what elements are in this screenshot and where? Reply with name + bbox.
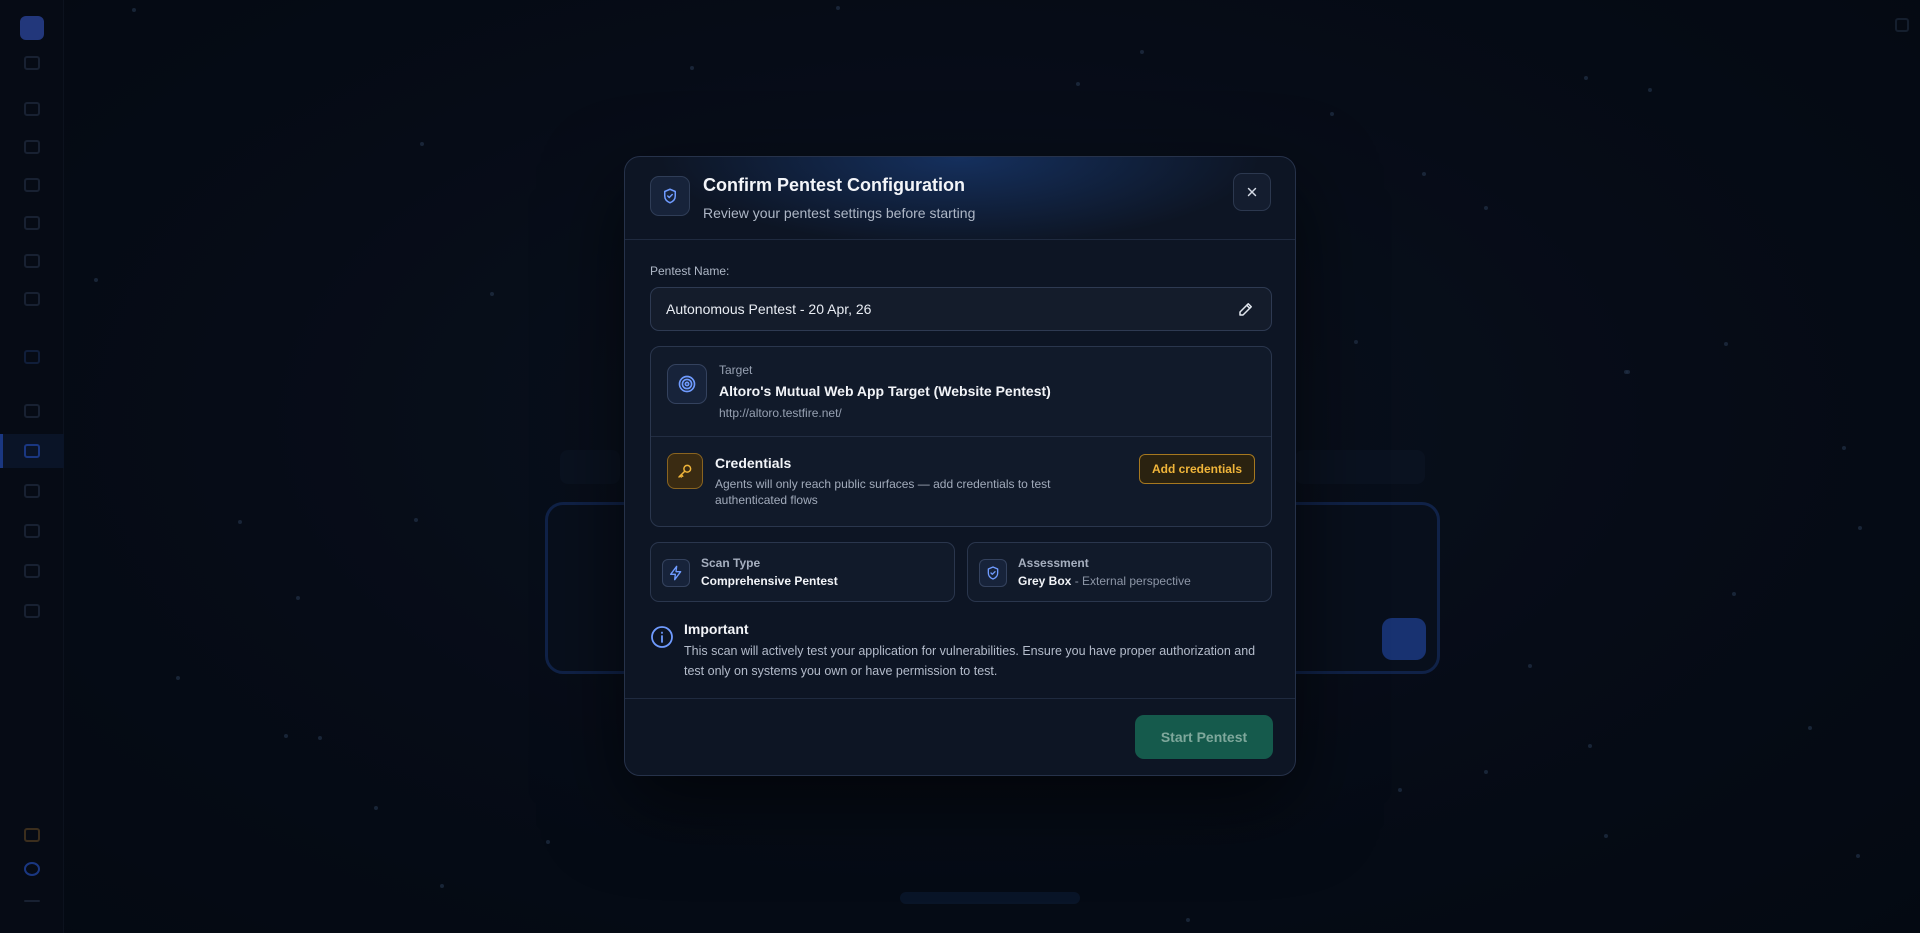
confirm-pentest-modal: Confirm Pentest Configuration Review you… — [624, 156, 1296, 776]
pentest-name-label: Pentest Name: — [650, 264, 730, 278]
target-label: Target — [719, 363, 753, 377]
modal-title: Confirm Pentest Configuration — [703, 175, 965, 195]
shield-check-icon — [650, 176, 690, 216]
assessment-label: Assessment — [1018, 556, 1089, 570]
pentest-name-value: Autonomous Pentest - 20 Apr, 26 — [666, 301, 872, 317]
start-pentest-button[interactable]: Start Pentest — [1135, 715, 1273, 759]
assessment-value: Grey Box — [1018, 574, 1072, 588]
assessment-value-line: Grey Box - External perspective — [1018, 574, 1191, 588]
pencil-icon — [1239, 303, 1252, 316]
add-credentials-button[interactable]: Add credentials — [1138, 454, 1255, 484]
key-icon — [667, 453, 703, 489]
target-name: Altoro's Mutual Web App Target (Website … — [719, 383, 1051, 399]
important-title: Important — [684, 621, 749, 637]
info-icon — [650, 625, 674, 649]
edit-name-button[interactable] — [1237, 300, 1257, 320]
app-root: Confirm Pentest Configuration Review you… — [0, 0, 1920, 933]
target-card: Target Altoro's Mutual Web App Target (W… — [650, 346, 1272, 527]
target-url: http://altoro.testfire.net/ — [719, 406, 842, 420]
assessment-card: Assessment Grey Box - External perspecti… — [967, 542, 1272, 602]
assessment-detail: - External perspective — [1071, 574, 1191, 588]
modal-header: Confirm Pentest Configuration Review you… — [625, 157, 1295, 240]
pentest-name-field[interactable]: Autonomous Pentest - 20 Apr, 26 — [650, 287, 1272, 331]
target-section: Target Altoro's Mutual Web App Target (W… — [651, 347, 1271, 437]
modal-subtitle: Review your pentest settings before star… — [703, 205, 976, 221]
close-icon — [1247, 187, 1257, 197]
close-button[interactable] — [1233, 173, 1271, 211]
scan-type-label: Scan Type — [701, 556, 761, 570]
credentials-description: Agents will only reach public surfaces —… — [715, 477, 1051, 507]
scan-type-card: Scan Type Comprehensive Pentest — [650, 542, 955, 602]
lightning-icon — [662, 559, 690, 587]
credentials-title: Credentials — [715, 455, 792, 471]
shield-check-icon — [979, 559, 1007, 587]
target-icon — [667, 364, 707, 404]
modal-footer: Start Pentest — [625, 698, 1295, 775]
important-text: This scan will actively test your applic… — [684, 644, 1256, 678]
scan-type-value: Comprehensive Pentest — [701, 574, 838, 588]
